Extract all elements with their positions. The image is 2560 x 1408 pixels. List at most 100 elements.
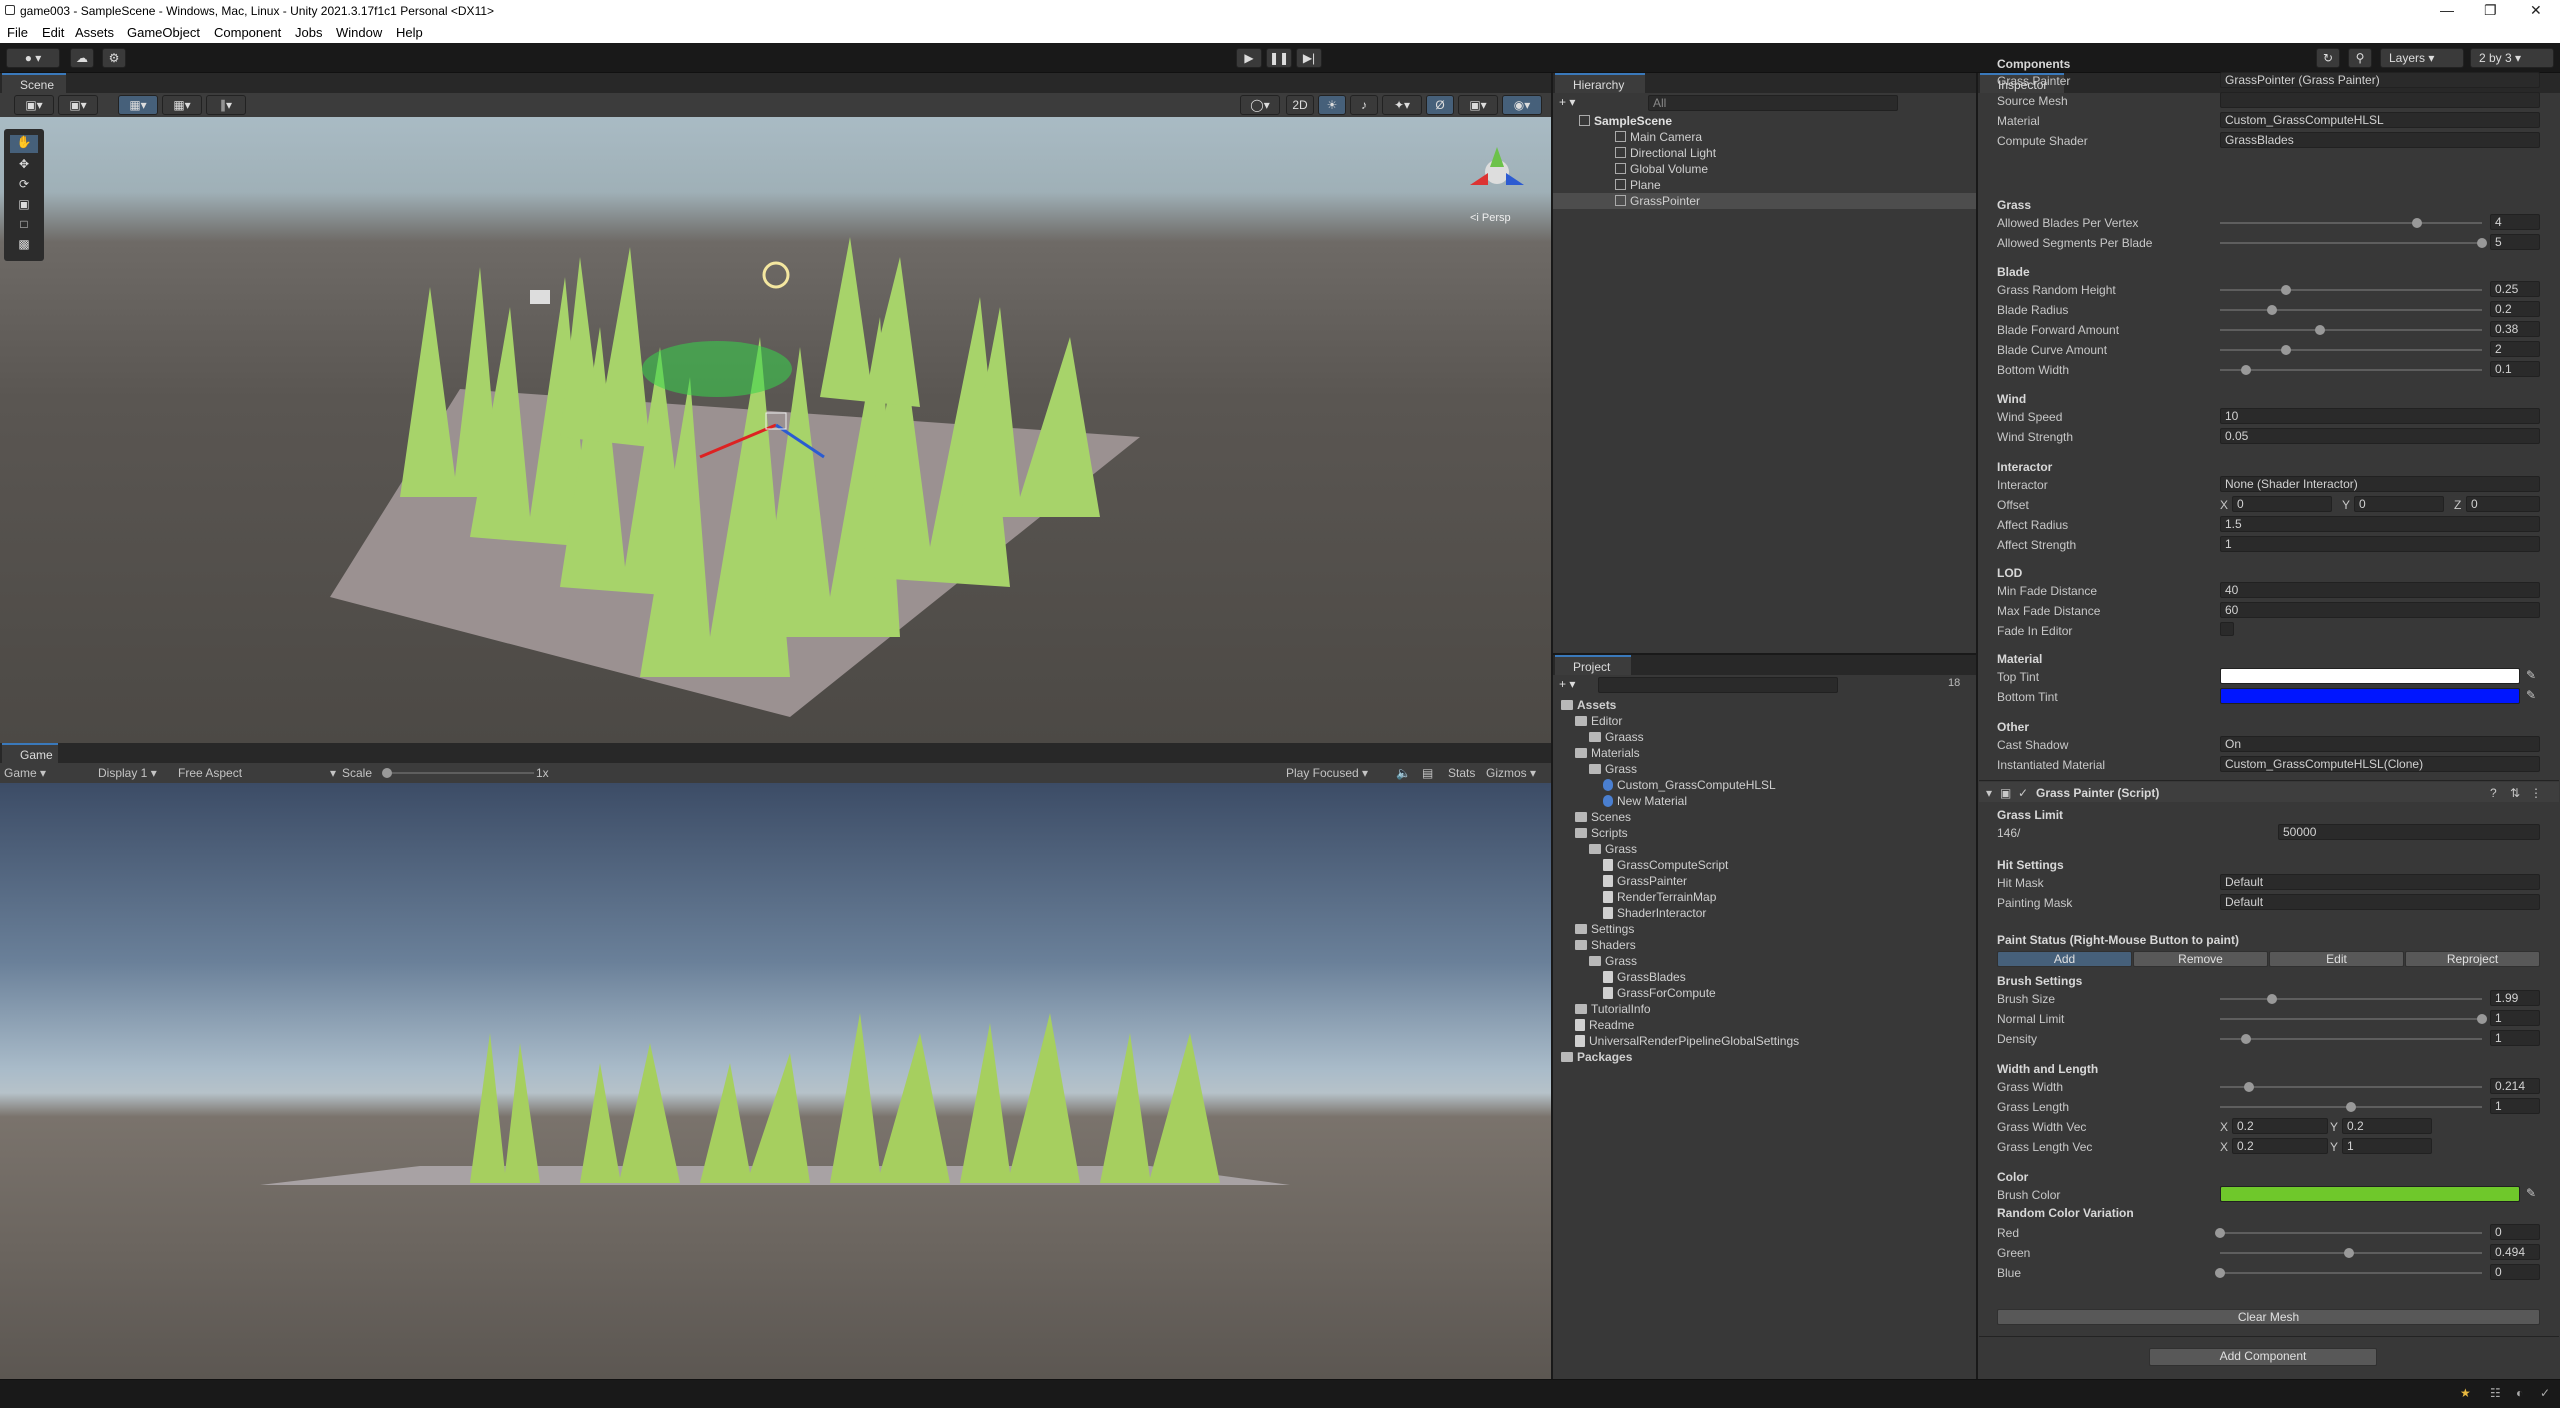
project-item[interactable]: Grass xyxy=(1589,841,1637,857)
blade-slider-handle[interactable] xyxy=(2280,345,2291,355)
tool-add-button[interactable]: Add xyxy=(1997,951,2132,967)
2d-toggle[interactable]: 2D xyxy=(1286,95,1314,115)
length-vec-y-field[interactable]: 1 xyxy=(2342,1138,2432,1154)
clear-mesh-button[interactable]: Clear Mesh xyxy=(1997,1309,2540,1325)
rect-tool-icon[interactable]: □ xyxy=(10,217,38,235)
hierarchy-search-input[interactable]: All xyxy=(1648,95,1898,111)
menu-file[interactable]: File xyxy=(7,25,28,40)
width-vec-y-field[interactable]: 0.2 xyxy=(2342,1118,2432,1134)
tab-game[interactable]: Game xyxy=(2,743,58,763)
tab-hierarchy[interactable]: Hierarchy xyxy=(1555,73,1645,93)
maximize-icon[interactable]: ❐ xyxy=(2484,2,2497,19)
tab-scene[interactable]: Scene xyxy=(2,73,66,93)
aspect-dropdown[interactable]: Free Aspect xyxy=(178,766,242,780)
affect-field[interactable]: 1.5 xyxy=(2220,516,2540,532)
lod-field[interactable]: 60 xyxy=(2220,602,2540,618)
rcv-slider-handle[interactable] xyxy=(2215,1228,2225,1238)
scene-root-row[interactable]: SampleScene xyxy=(1579,113,1976,129)
mute-audio-icon[interactable]: 🔈 xyxy=(1396,766,1411,780)
painting-mask-dropdown[interactable]: Default xyxy=(2220,894,2540,910)
hierarchy-item-grasspointer[interactable]: GrassPointer xyxy=(1553,193,1976,209)
account-dropdown[interactable]: ● ▾ xyxy=(6,48,60,68)
brush-color-eyedropper-icon[interactable]: ✎ xyxy=(2526,1186,2536,1200)
offset-y-field[interactable]: 0 xyxy=(2354,496,2444,512)
effects-dropdown[interactable]: ✦▾ xyxy=(1382,95,1422,115)
help-icon[interactable]: ? xyxy=(2490,786,2497,800)
object-ref-field[interactable] xyxy=(2220,92,2540,108)
component-foldout-icon[interactable]: ▾ xyxy=(1986,786,1992,800)
segments-slider-track[interactable] xyxy=(2220,242,2482,244)
presets-icon[interactable]: ⇅ xyxy=(2510,786,2520,800)
grass-limit-field[interactable]: 50000 xyxy=(2278,824,2540,840)
wind-field[interactable]: 0.05 xyxy=(2220,428,2540,444)
brush-slider-value[interactable]: 1 xyxy=(2490,1010,2540,1026)
object-ref-field[interactable]: Custom_GrassComputeHLSL xyxy=(2220,112,2540,128)
aspect-chevron-icon[interactable]: ▾ xyxy=(330,766,336,780)
game-mode-dropdown[interactable]: Game ▾ xyxy=(4,766,46,780)
component-enabled-checkbox[interactable]: ✓ xyxy=(2018,786,2028,800)
create-asset-button[interactable]: + ▾ xyxy=(1559,677,1575,691)
project-item[interactable]: Scenes xyxy=(1575,809,1631,825)
top-tint-swatch[interactable] xyxy=(2220,668,2520,684)
project-search-input[interactable] xyxy=(1598,677,1838,693)
wind-field[interactable]: 10 xyxy=(2220,408,2540,424)
tool-edit-button[interactable]: Edit xyxy=(2269,951,2404,967)
project-item[interactable]: Custom_GrassComputeHLSL xyxy=(1603,777,1776,793)
rcv-slider-value[interactable]: 0.494 xyxy=(2490,1244,2540,1260)
bottom-tint-swatch[interactable] xyxy=(2220,688,2520,704)
project-item[interactable]: Editor xyxy=(1575,713,1622,729)
blade-slider-handle[interactable] xyxy=(2314,325,2325,335)
length-vec-x-field[interactable]: 0.2 xyxy=(2232,1138,2328,1154)
hierarchy-item-plane[interactable]: Plane xyxy=(1615,177,1661,193)
blades-per-vertex-slider-handle[interactable] xyxy=(2411,218,2422,228)
project-item[interactable]: GrassForCompute xyxy=(1603,985,1716,1001)
hidden-objects-toggle[interactable]: Ø xyxy=(1426,95,1454,115)
brush-slider-value[interactable]: 1 xyxy=(2490,1030,2540,1046)
project-item[interactable]: Shaders xyxy=(1575,937,1636,953)
add-object-button[interactable]: + ▾ xyxy=(1559,95,1575,109)
menu-help[interactable]: Help xyxy=(396,25,423,40)
brush-slider-value[interactable]: 1.99 xyxy=(2490,990,2540,1006)
menu-jobs[interactable]: Jobs xyxy=(295,25,322,40)
affect-field[interactable]: 1 xyxy=(2220,536,2540,552)
layers-dropdown[interactable]: Layers ▾ xyxy=(2380,48,2464,68)
move-tool-icon[interactable]: ✥ xyxy=(10,157,38,175)
project-item[interactable]: ShaderInteractor xyxy=(1603,905,1706,921)
minimize-icon[interactable]: — xyxy=(2440,2,2454,18)
project-item[interactable]: GrassPainter xyxy=(1603,873,1687,889)
blade-slider-track[interactable] xyxy=(2220,289,2482,291)
persp-label[interactable]: <i Persp xyxy=(1470,212,1511,224)
offset-x-field[interactable]: 0 xyxy=(2232,496,2332,512)
hand-tool-icon[interactable]: ✋ xyxy=(10,135,38,153)
rcv-slider-value[interactable]: 0 xyxy=(2490,1224,2540,1240)
interactor-field[interactable]: None (Shader Interactor) xyxy=(2220,476,2540,492)
blade-slider-track[interactable] xyxy=(2220,349,2482,351)
project-item[interactable]: Packages xyxy=(1561,1049,1632,1065)
project-item[interactable]: Graass xyxy=(1589,729,1644,745)
fade-in-editor-checkbox[interactable] xyxy=(2220,622,2234,636)
brush-slider-track[interactable] xyxy=(2220,998,2482,1000)
instantiated-material-field[interactable]: Custom_GrassComputeHLSL(Clone) xyxy=(2220,756,2540,772)
project-item[interactable]: GrassComputeScript xyxy=(1603,857,1728,873)
add-component-button[interactable]: Add Component xyxy=(2149,1348,2377,1366)
pause-button[interactable]: ❚❚ xyxy=(1266,48,1292,68)
project-item[interactable]: Scripts xyxy=(1575,825,1628,841)
segments-slider-handle[interactable] xyxy=(2477,238,2487,248)
scene-viewport[interactable]: <i Persp ✋ ✥ ⟳ ▣ □ ▩ xyxy=(0,117,1551,743)
blade-slider-value[interactable]: 0.1 xyxy=(2490,361,2540,377)
bottom-tint-eyedropper-icon[interactable]: ✎ xyxy=(2526,688,2536,702)
brush-slider-track[interactable] xyxy=(2220,1018,2482,1020)
game-viewport[interactable] xyxy=(0,783,1551,1379)
menu-gameobject[interactable]: GameObject xyxy=(127,25,200,40)
history-icon[interactable]: ↻ xyxy=(2316,48,2340,68)
rcv-slider-track[interactable] xyxy=(2220,1232,2482,1234)
layout-dropdown[interactable]: 2 by 3 ▾ xyxy=(2470,48,2554,68)
object-ref-field[interactable]: GrassBlades xyxy=(2220,132,2540,148)
increment-snap-dropdown[interactable]: ∥▾ xyxy=(206,95,246,115)
segments-slider-value[interactable]: 5 xyxy=(2490,234,2540,250)
wl-slider-handle[interactable] xyxy=(2243,1082,2254,1092)
menu-edit[interactable]: Edit xyxy=(42,25,64,40)
shading-dropdown[interactable]: ◯▾ xyxy=(1240,95,1280,115)
wl-slider-track[interactable] xyxy=(2220,1086,2482,1088)
vsync-icon[interactable]: ▤ xyxy=(1422,766,1433,780)
